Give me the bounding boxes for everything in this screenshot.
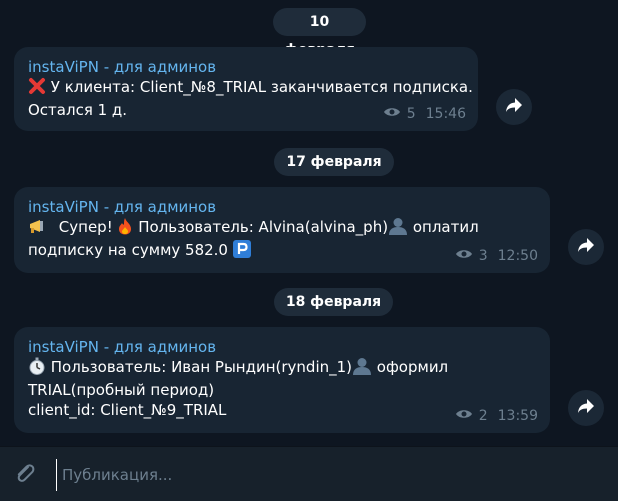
chat-area: 10 февраля instaViPN - для админов У кли…	[0, 0, 618, 446]
forward-arrow-icon	[577, 398, 595, 418]
message-bubble[interactable]: instaViPN - для админов Супер! Пользоват…	[14, 187, 550, 273]
parking-p-icon	[232, 240, 251, 263]
message-author[interactable]: instaViPN - для админов	[28, 197, 536, 217]
message-meta: 2 13:59	[455, 407, 538, 425]
date-separator: 10 февраля	[273, 8, 366, 58]
forward-button[interactable]	[568, 229, 604, 265]
message-composer	[0, 446, 618, 501]
eye-icon	[455, 408, 473, 424]
view-count: 2	[478, 408, 488, 424]
cross-mark-icon	[28, 77, 46, 100]
view-count: 3	[478, 248, 488, 264]
user-silhouette-icon	[352, 357, 372, 380]
message-time: 15:46	[425, 106, 466, 122]
date-separator: 18 февраля	[274, 288, 393, 316]
message-author[interactable]: instaViPN - для админов	[28, 337, 536, 357]
message-text: подписку на сумму 582.0	[28, 241, 228, 259]
message-text: оплатил	[412, 218, 479, 236]
stopwatch-icon	[28, 357, 46, 380]
message-input[interactable]	[56, 459, 604, 491]
message-text: Супер!	[58, 218, 113, 236]
eye-icon	[383, 106, 401, 122]
forward-button[interactable]	[496, 89, 532, 125]
message-meta: 5 15:46	[383, 105, 466, 123]
message-text: Пользователь: Иван Рындин(ryndin_1)	[50, 358, 353, 376]
user-silhouette-icon	[388, 217, 408, 240]
message-author[interactable]: instaViPN - для админов	[28, 57, 464, 77]
message-text-line: Супер! Пользователь: Alvina(alvina_ph) о…	[28, 217, 536, 240]
eye-icon	[455, 248, 473, 264]
message-time: 12:50	[497, 248, 538, 264]
paperclip-icon[interactable]	[12, 461, 38, 487]
forward-button[interactable]	[568, 390, 604, 426]
message-text-line: Пользователь: Иван Рындин(ryndin_1) офор…	[28, 357, 536, 380]
message-bubble[interactable]: instaViPN - для админов У клиента: Clien…	[14, 47, 478, 131]
forward-arrow-icon	[505, 97, 523, 117]
message-text: оформил	[376, 358, 449, 376]
message-meta: 3 12:50	[455, 247, 538, 265]
message-text-line: TRIAL(пробный период)	[28, 381, 215, 399]
message-text: Пользователь: Alvina(alvina_ph)	[138, 218, 389, 236]
fire-icon	[117, 217, 133, 240]
message-text-line: У клиента: Client_№8_TRIAL заканчивается…	[28, 77, 473, 100]
view-count: 5	[406, 106, 416, 122]
message-time: 13:59	[497, 408, 538, 424]
message-bubble[interactable]: instaViPN - для админов Пользователь: Ив…	[14, 327, 550, 433]
forward-arrow-icon	[577, 237, 595, 257]
megaphone-icon	[28, 217, 50, 240]
message-text: У клиента: Client_№8_TRIAL заканчивается…	[50, 78, 473, 96]
date-separator: 17 февраля	[274, 148, 394, 176]
